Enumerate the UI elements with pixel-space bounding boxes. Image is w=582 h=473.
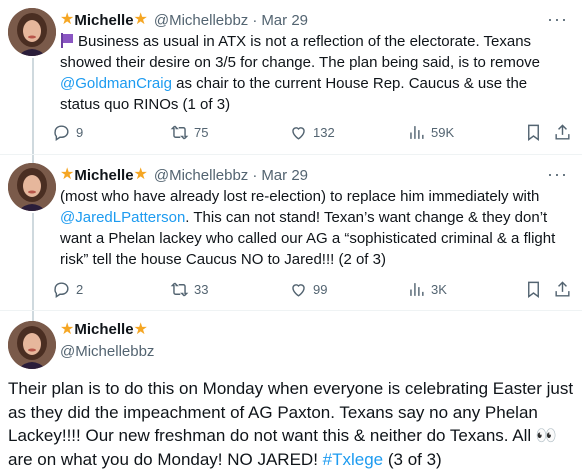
- repost-icon: [170, 282, 189, 296]
- reply-count: 2: [76, 281, 84, 297]
- reply-icon: [54, 281, 69, 298]
- share-icon: [555, 280, 570, 297]
- repost-button[interactable]: 75: [170, 123, 208, 142]
- tweet-header: ★ Michelle ★ @Michellebbz · Mar 29 ···: [60, 9, 574, 31]
- star-emoji-icon: ★: [60, 166, 75, 183]
- views-button[interactable]: 3K: [407, 280, 447, 299]
- bookmark-button[interactable]: [524, 280, 543, 299]
- tweet-text-part: (most who have already lost re-election)…: [60, 188, 540, 205]
- share-icon: [555, 123, 570, 140]
- heart-icon: [292, 283, 305, 297]
- avatar-image: [8, 8, 56, 56]
- hashtag-link[interactable]: #Txlege: [323, 450, 383, 469]
- tweet-2[interactable]: ★ Michelle ★ @Michellebbz · Mar 29 ··· (…: [0, 155, 582, 311]
- more-options-icon[interactable]: ···: [547, 164, 568, 184]
- display-name-text: Michelle: [74, 321, 134, 338]
- user-handle[interactable]: @Michellebbz: [60, 343, 154, 360]
- repost-button[interactable]: 33: [170, 280, 208, 299]
- tweet-text: Their plan is to do this on Monday when …: [8, 377, 576, 471]
- display-name[interactable]: Michelle: [74, 167, 133, 184]
- flag-emoji-icon: [60, 33, 74, 48]
- avatar[interactable]: [8, 8, 56, 56]
- display-name[interactable]: ★Michelle★: [60, 321, 148, 338]
- user-handle[interactable]: @Michellebbz: [154, 167, 248, 184]
- reply-count: 9: [76, 124, 84, 140]
- repost-count: 75: [194, 124, 209, 140]
- star-emoji-icon: ★: [133, 321, 148, 338]
- avatar-image: [8, 321, 56, 369]
- avatar[interactable]: [8, 321, 56, 369]
- avatar[interactable]: [8, 163, 56, 211]
- user-handle[interactable]: @Michellebbz: [154, 12, 248, 29]
- views-count: 3K: [431, 281, 447, 297]
- separator-dot: ·: [252, 11, 258, 29]
- tweet-text-part: are on what you do Monday! NO JARED!: [8, 449, 323, 469]
- views-icon: [410, 125, 424, 139]
- star-emoji-icon: ★: [60, 11, 75, 28]
- tweet-1[interactable]: ★ Michelle ★ @Michellebbz · Mar 29 ··· B…: [0, 0, 582, 155]
- tweet-text-part: (3 of 3): [383, 449, 442, 469]
- eyes-emoji-icon: 👀: [535, 426, 557, 445]
- star-emoji-icon: ★: [60, 321, 75, 338]
- views-icon: [410, 282, 424, 296]
- mention-link[interactable]: @JaredLPatterson: [60, 209, 185, 226]
- tweet-date[interactable]: Mar 29: [261, 12, 308, 29]
- repost-count: 33: [194, 281, 209, 297]
- share-button[interactable]: [553, 123, 572, 142]
- tweet-text: (most who have already lost re-election)…: [60, 186, 568, 270]
- tweet-actions: 9 75 132 59K: [52, 120, 574, 144]
- mention-link[interactable]: @GoldmanCraig: [60, 75, 172, 92]
- reply-button[interactable]: 9: [52, 123, 83, 142]
- heart-icon: [292, 126, 305, 140]
- bookmark-icon: [528, 281, 539, 298]
- repost-icon: [170, 125, 189, 139]
- tweet-header: ★ Michelle ★ @Michellebbz · Mar 29 ···: [60, 164, 574, 186]
- bookmark-icon: [528, 124, 539, 141]
- separator-dot: ·: [252, 166, 258, 184]
- tweet-text-part: Business as usual in ATX is not a reflec…: [60, 33, 541, 71]
- like-count: 132: [313, 124, 335, 140]
- avatar-image: [8, 163, 56, 211]
- star-emoji-icon: ★: [133, 11, 148, 28]
- reply-icon: [54, 124, 69, 141]
- views-count: 59K: [431, 124, 455, 140]
- views-button[interactable]: 59K: [407, 123, 454, 142]
- bookmark-button[interactable]: [524, 123, 543, 142]
- more-options-icon[interactable]: ···: [547, 9, 568, 29]
- like-count: 99: [313, 281, 328, 297]
- like-button[interactable]: 99: [289, 280, 327, 299]
- tweet-3[interactable]: ★Michelle★ @Michellebbz Their plan is to…: [0, 311, 582, 473]
- tweet-text-part: Their plan is to do this on Monday when …: [8, 379, 574, 445]
- tweet-actions: 2 33 99 3K: [52, 277, 574, 301]
- star-emoji-icon: ★: [133, 166, 148, 183]
- tweet-date[interactable]: Mar 29: [261, 167, 308, 184]
- like-button[interactable]: 132: [289, 123, 335, 142]
- reply-button[interactable]: 2: [52, 280, 83, 299]
- tweet-text: Business as usual in ATX is not a reflec…: [60, 31, 568, 115]
- share-button[interactable]: [553, 280, 572, 299]
- display-name[interactable]: Michelle: [74, 12, 133, 29]
